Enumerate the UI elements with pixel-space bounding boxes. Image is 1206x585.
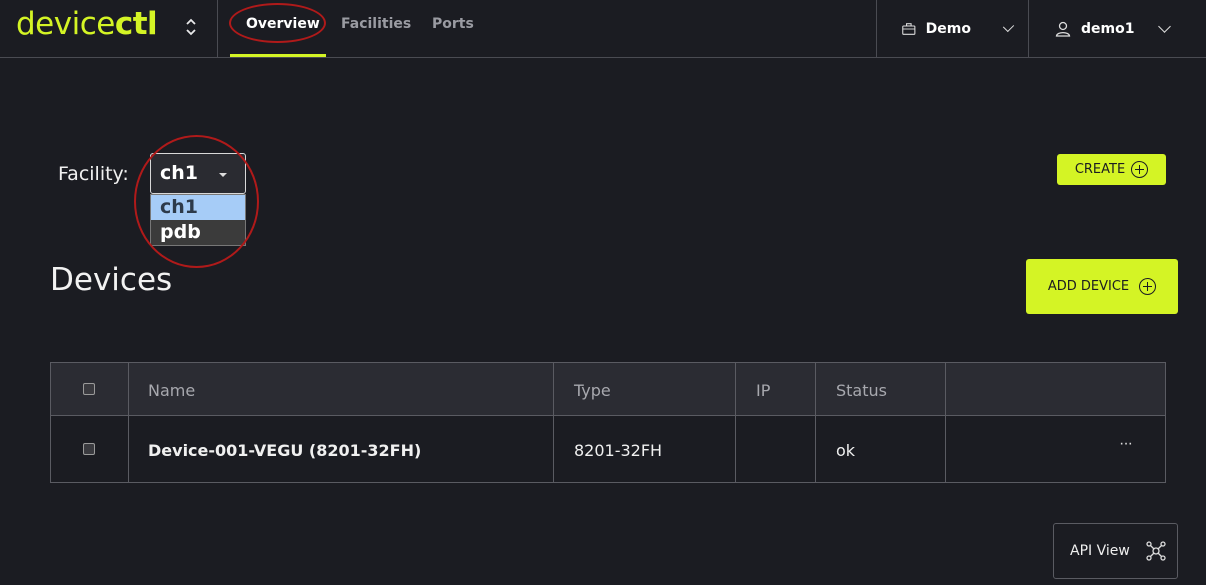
column-header-ip[interactable]: IP [756,381,770,400]
tab-facilities[interactable]: Facilities [341,0,411,58]
column-divider [735,363,736,482]
devices-table: Name Type IP Status Device-001-VEGU (820… [50,362,1166,483]
column-divider [945,363,946,482]
add-device-button-label: ADD DEVICE [1047,279,1130,294]
user-dropdown[interactable]: demo1 [1055,0,1175,58]
create-button[interactable]: CREATE [1057,154,1166,185]
device-type-cell: 8201-32FH [574,441,663,460]
divider [217,0,218,58]
row-checkbox[interactable] [83,443,95,455]
add-device-button[interactable]: ADD DEVICE [1026,259,1178,314]
device-name-cell[interactable]: Device-001-VEGU (8201-32FH) [148,441,421,460]
divider [876,0,877,58]
column-header-status[interactable]: Status [836,381,887,400]
top-bar: devicectl Overview Facilities Ports Demo… [0,0,1206,58]
app-switcher-icon[interactable] [182,15,200,39]
tab-ports[interactable]: Ports [432,0,474,58]
plus-circle-icon [1139,278,1157,295]
plus-circle-icon [1131,161,1149,178]
create-button-label: CREATE [1074,162,1126,177]
active-tab-indicator [230,54,326,57]
chevron-down-icon [1002,20,1015,33]
facility-label: Facility: [58,163,129,185]
divider [1028,0,1029,58]
column-divider [815,363,816,482]
user-label: demo1 [1081,21,1135,37]
column-divider [128,363,129,482]
annotation-circle [134,135,259,268]
app-logo[interactable]: devicectl [16,6,158,42]
column-header-name[interactable]: Name [148,381,195,400]
select-all-checkbox[interactable] [83,383,95,395]
org-dropdown[interactable]: Demo [902,0,1015,58]
logo-text-light: device [16,6,115,42]
logo-text-bold: ctl [114,6,158,42]
org-label: Demo [925,21,971,37]
column-header-type[interactable]: Type [574,381,611,400]
briefcase-icon [902,23,916,35]
user-icon [1055,21,1071,37]
api-view-button[interactable]: API View [1053,523,1178,579]
api-view-label: API View [1070,543,1130,559]
annotation-circle [229,3,326,43]
page-title: Devices [50,262,173,298]
network-nodes-icon [1146,541,1166,561]
column-divider [553,363,554,482]
device-status-cell: ok [836,441,856,460]
chevron-down-icon [1158,20,1172,33]
row-actions-menu[interactable]: ··· [1119,435,1133,453]
